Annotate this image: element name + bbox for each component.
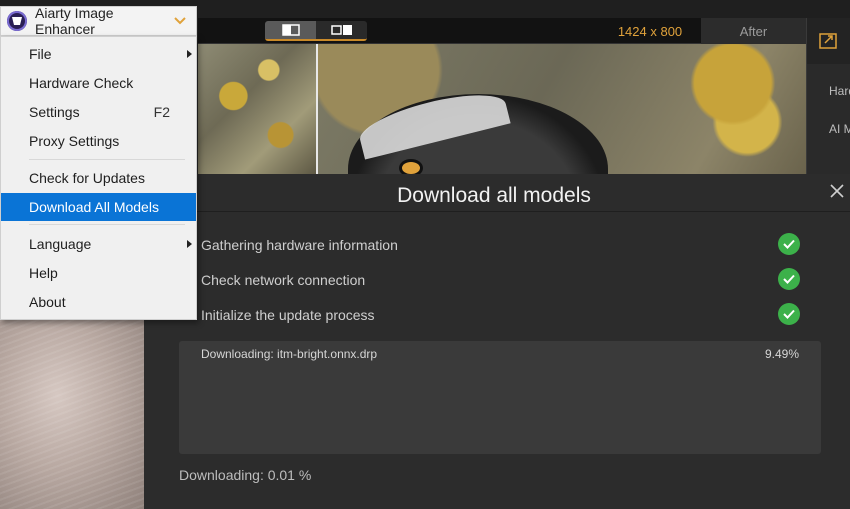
menu-item-help[interactable]: Help: [1, 259, 196, 287]
step-initialize-label: Initialize the update process: [201, 307, 375, 323]
submenu-arrow-icon: [187, 50, 192, 58]
menu-divider: [29, 159, 185, 160]
submenu-arrow-icon: [187, 240, 192, 248]
menu-item-about[interactable]: About: [1, 288, 196, 316]
menu-item-settings[interactable]: Settings F2: [1, 98, 196, 126]
check-icon: [778, 303, 800, 325]
download-log-panel: Downloading: itm-bright.onnx.drp 9.49%: [179, 341, 821, 454]
bird-eye-region: [402, 162, 420, 174]
split-view-button[interactable]: [265, 21, 316, 39]
resize-icon: [819, 33, 837, 49]
background-image-preview: [0, 320, 144, 509]
menu-item-check-for-updates[interactable]: Check for Updates: [1, 164, 196, 192]
side-by-side-icon: [330, 25, 352, 35]
export-panel-button[interactable]: [807, 18, 850, 64]
download-models-dialog: Download all models Gathering hardware i…: [144, 174, 850, 509]
menu-item-download-all-models[interactable]: Download All Models: [1, 193, 196, 221]
view-mode-toggle: [265, 21, 367, 41]
current-download-file: Downloading: itm-bright.onnx.drp: [201, 347, 378, 361]
panel-label-ai-model: AI M: [829, 122, 850, 136]
settings-shortcut: F2: [153, 104, 170, 120]
step-hardware-label: Gathering hardware information: [201, 237, 398, 253]
after-image-preview: [318, 44, 806, 174]
image-resolution: 1424 x 800: [617, 24, 683, 39]
total-download-progress: Downloading: 0.01 %: [179, 467, 312, 483]
menu-item-language[interactable]: Language: [1, 230, 196, 258]
check-icon: [778, 268, 800, 290]
menu-item-file[interactable]: File: [1, 40, 196, 68]
step-network-label: Check network connection: [201, 272, 366, 288]
side-by-side-button[interactable]: [316, 21, 367, 39]
check-icon: [778, 233, 800, 255]
app-dropdown-menu: File Hardware Check Settings F2 Proxy Se…: [0, 36, 197, 320]
close-button[interactable]: [828, 182, 846, 200]
split-view-icon: [281, 24, 300, 36]
after-tab[interactable]: After: [701, 18, 806, 44]
close-icon: [830, 184, 844, 198]
menu-divider: [29, 224, 185, 225]
app-name: Aiarty Image Enhancer: [35, 5, 114, 37]
chevron-down-icon: [174, 17, 186, 25]
dialog-divider: [144, 211, 850, 212]
dialog-title: Download all models: [397, 184, 591, 207]
current-download-percent: 9.49%: [764, 347, 799, 361]
app-logo-icon: [7, 11, 27, 31]
panel-label-hardware: Hard: [829, 84, 850, 98]
right-side-panel: Hard AI M: [806, 18, 850, 178]
menu-item-hardware-check[interactable]: Hardware Check: [1, 69, 196, 97]
menu-item-proxy-settings[interactable]: Proxy Settings: [1, 127, 196, 155]
app-menu-button[interactable]: Aiarty Image Enhancer: [0, 5, 197, 37]
before-image-preview: [198, 44, 316, 174]
